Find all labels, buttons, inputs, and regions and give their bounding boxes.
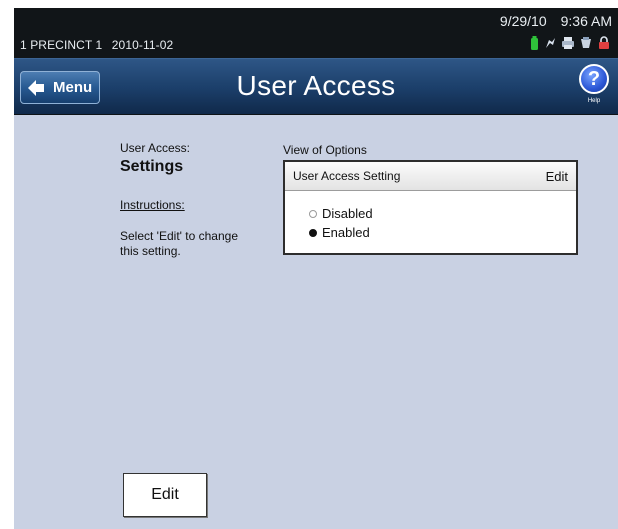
setting-value: Settings [120, 158, 184, 175]
option-disabled: Disabled [309, 204, 576, 223]
option-list: Disabled Enabled [285, 191, 576, 242]
instructions-text: Select 'Edit' to change this setting. [120, 229, 238, 258]
status-bar: 1 PRECINCT 1 2010-11-02 9/29/10 9:36 AM [14, 8, 618, 58]
current-time: 9:36 AM [560, 13, 612, 29]
options-panel: User Access Setting Edit Disabled Enable… [283, 160, 578, 255]
radio-unselected-icon [309, 209, 317, 218]
setting-info: User Access: Settings Instructions: Sele… [120, 141, 270, 259]
precinct-info: 1 PRECINCT 1 2010-11-02 [20, 38, 173, 52]
option-label: Enabled [322, 225, 370, 240]
option-label: Disabled [322, 206, 373, 221]
memory-card-icon [580, 36, 592, 55]
radio-selected-icon [309, 228, 317, 237]
setting-label: User Access: [120, 141, 191, 155]
edit-button[interactable]: Edit [123, 473, 207, 517]
help-button[interactable]: ? Help [576, 64, 612, 110]
date-time: 9/29/10 9:36 AM [500, 13, 612, 29]
battery-icon [531, 35, 538, 55]
header-bar: Menu User Access ? Help [14, 58, 618, 114]
options-edit-link[interactable]: Edit [546, 169, 568, 184]
help-icon: ? [579, 64, 609, 94]
page-title: User Access [236, 70, 396, 101]
app-frame: 1 PRECINCT 1 2010-11-02 9/29/10 9:36 AM [14, 8, 618, 529]
option-enabled: Enabled [309, 223, 576, 242]
lock-icon [598, 35, 610, 55]
options-header-title: User Access Setting [293, 169, 401, 183]
options-header: User Access Setting Edit [285, 162, 576, 191]
status-icons [531, 35, 610, 55]
power-plug-icon [544, 36, 556, 55]
precinct-name: 1 PRECINCT 1 [20, 38, 103, 52]
content-area: User Access: Settings Instructions: Sele… [14, 115, 618, 529]
election-date: 2010-11-02 [111, 38, 174, 52]
options-label: View of Options [283, 143, 367, 157]
printer-icon [562, 36, 574, 55]
help-label: Help [587, 98, 601, 104]
instructions-label: Instructions: [120, 198, 185, 212]
current-date: 9/29/10 [499, 13, 547, 29]
